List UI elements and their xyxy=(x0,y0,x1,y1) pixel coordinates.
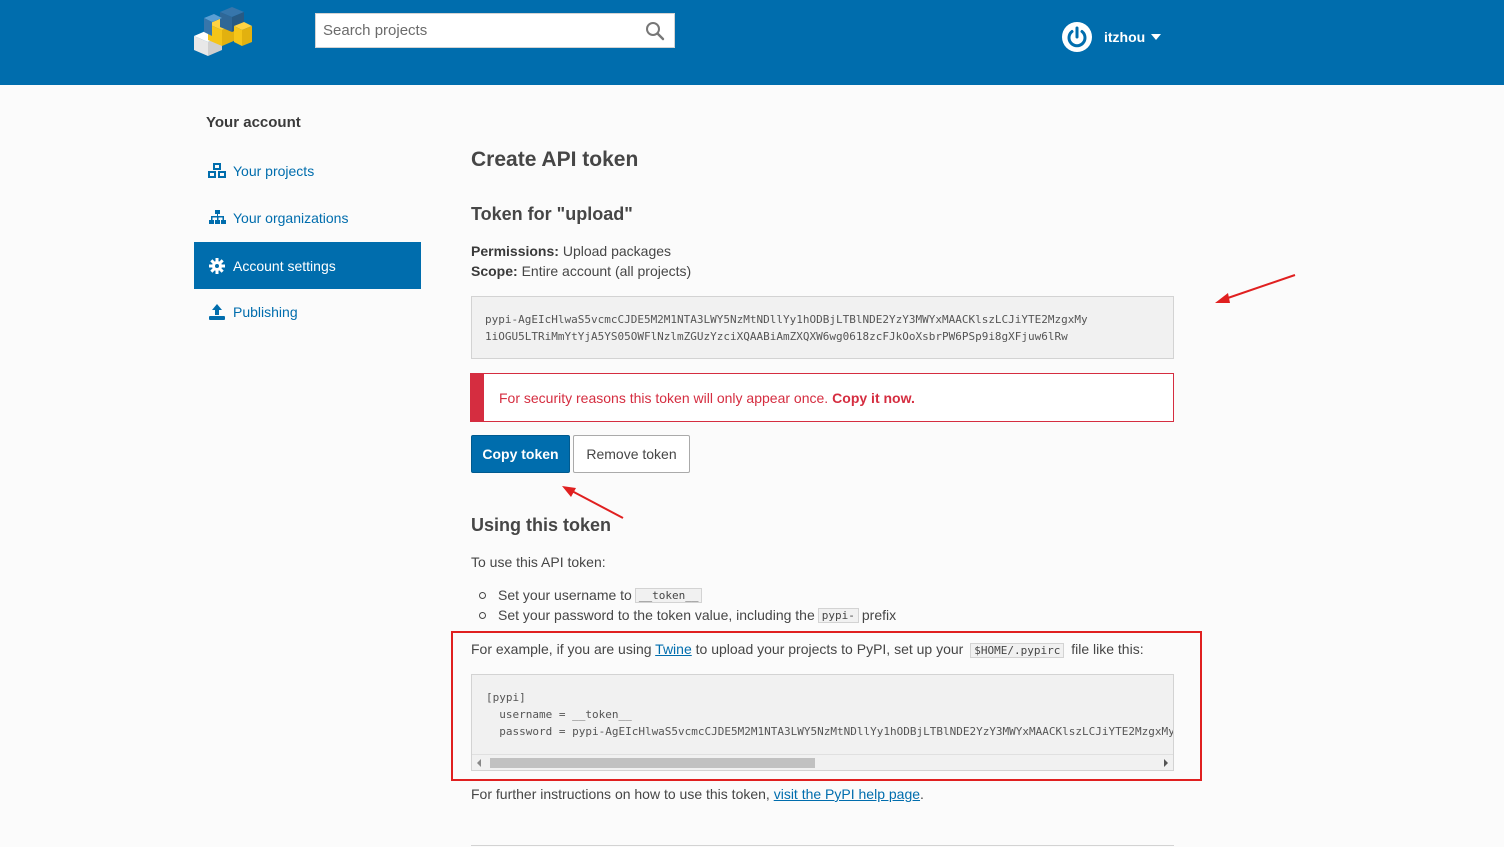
list-item-text: Set your password to the token value, in… xyxy=(498,607,815,623)
sidebar-item-account-settings[interactable]: Account settings xyxy=(194,242,421,289)
further-text: . xyxy=(920,786,924,802)
inline-code: __token__ xyxy=(634,587,703,603)
gear-icon xyxy=(207,257,227,274)
sidebar-item-label: Your organizations xyxy=(233,209,349,226)
permissions-label: Permissions: xyxy=(471,243,559,259)
pypi-logo[interactable] xyxy=(190,2,256,58)
sidebar-item-your-projects[interactable]: Your projects xyxy=(194,147,421,194)
security-alert: For security reasons this token will onl… xyxy=(470,373,1174,422)
remove-token-button[interactable]: Remove token xyxy=(573,435,690,473)
copy-token-button[interactable]: Copy token xyxy=(471,435,570,473)
upload-icon xyxy=(207,303,227,320)
sidebar-item-publishing[interactable]: Publishing xyxy=(194,288,421,335)
list-item-text: prefix xyxy=(861,607,897,623)
permissions-line: Permissions: Upload packages xyxy=(471,243,671,259)
search-input[interactable] xyxy=(316,14,636,47)
list-item: Set your password to the token value, in… xyxy=(479,607,896,623)
bullet-icon xyxy=(479,591,486,599)
inline-code: pypi- xyxy=(817,607,859,623)
search-box xyxy=(315,13,675,48)
using-intro: To use this API token: xyxy=(471,554,606,570)
sidebar-item-label: Account settings xyxy=(233,257,336,274)
annotation-highlight-box xyxy=(451,631,1202,781)
sidebar-item-your-organizations[interactable]: Your organizations xyxy=(194,194,421,241)
sidebar-item-label: Your projects xyxy=(233,162,315,179)
token-line: pypi-AgEIcHlwaS5vcmcCJDE5M2M1NTA3LWY5NzM… xyxy=(485,313,1088,326)
sidebar-item-label: Publishing xyxy=(233,303,298,320)
username: itzhou xyxy=(1104,29,1146,45)
token-line: 1iOGU5LTRiMmYtYjA5YS05OWFlNzlmZGUzYzciXQ… xyxy=(485,330,1068,343)
user-avatar-icon xyxy=(1062,22,1092,52)
further-instructions: For further instructions on how to use t… xyxy=(471,786,924,802)
chevron-down-icon xyxy=(1151,34,1162,40)
user-menu[interactable]: itzhou xyxy=(1062,20,1162,54)
scope-label: Scope: xyxy=(471,263,518,279)
divider xyxy=(471,845,1174,846)
pypi-help-link[interactable]: visit the PyPI help page xyxy=(774,786,920,802)
sitemap-icon xyxy=(207,210,227,226)
scope-value: Entire account (all projects) xyxy=(521,263,692,279)
scope-line: Scope: Entire account (all projects) xyxy=(471,263,691,279)
alert-strong-text: Copy it now. xyxy=(832,389,915,406)
list-item: Set your username to __token__ xyxy=(479,587,705,603)
token-heading: Token for "upload" xyxy=(471,204,633,224)
bullet-icon xyxy=(479,611,486,619)
permissions-value: Upload packages xyxy=(562,243,672,259)
page-title: Create API token xyxy=(471,148,639,171)
annotation-arrow-icon xyxy=(562,486,624,519)
further-text: For further instructions on how to use t… xyxy=(471,786,770,802)
alert-text: For security reasons this token will onl… xyxy=(499,389,829,406)
token-value-box[interactable]: pypi-AgEIcHlwaS5vcmcCJDE5M2M1NTA3LWY5NzM… xyxy=(471,296,1174,359)
annotation-arrow-icon xyxy=(1215,274,1296,303)
sidebar-title: Your account xyxy=(206,114,301,131)
search-icon[interactable] xyxy=(645,21,665,41)
list-item-text: Set your username to xyxy=(498,587,632,603)
cubes-icon xyxy=(207,162,227,179)
site-header: itzhou xyxy=(0,0,1504,85)
